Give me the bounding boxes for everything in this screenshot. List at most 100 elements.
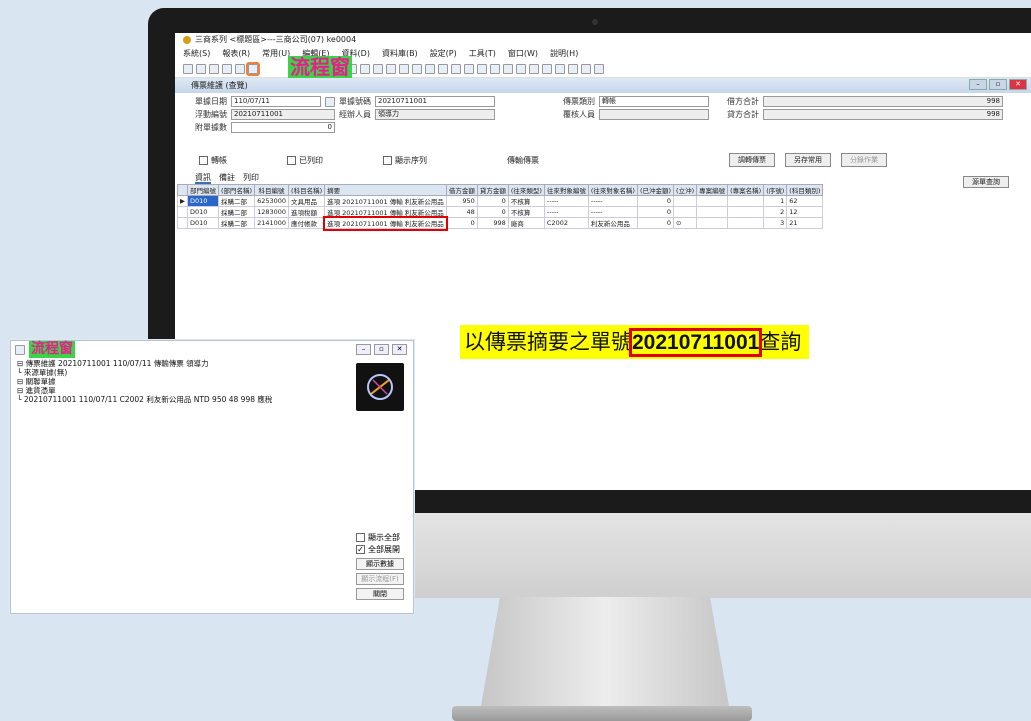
table-cell[interactable]: D010: [187, 195, 219, 207]
table-row[interactable]: D010 採購二部 2141000 應付帳款 進項 20210711001 傳輸…: [177, 215, 824, 231]
table-cell[interactable]: 0: [445, 217, 478, 229]
menu-help[interactable]: 說明(H): [550, 48, 578, 59]
attach-field[interactable]: 0: [231, 122, 335, 133]
grid-icon[interactable]: [581, 63, 591, 74]
close-button[interactable]: ✕: [392, 344, 407, 355]
table-cell[interactable]: D010: [187, 206, 219, 218]
menu-settings[interactable]: 設定(P): [430, 48, 457, 59]
tab-print[interactable]: 列印: [243, 172, 259, 184]
table-cell[interactable]: 不核算: [507, 206, 545, 218]
print-icon[interactable]: [412, 63, 422, 74]
table-cell[interactable]: 進項 20210711001 傳輸 利友新公用品: [324, 206, 447, 218]
show-data-button[interactable]: 顯示數據: [356, 558, 404, 570]
tree-node-purchase-item[interactable]: └ 20210711001 110/07/11 C2002 利友新公用品 NTD…: [17, 395, 272, 404]
table-cell[interactable]: [727, 217, 765, 229]
menu-database[interactable]: 資料庫(B): [382, 48, 418, 59]
column-header[interactable]: 科目編號: [254, 184, 290, 196]
cut-icon[interactable]: [542, 63, 552, 74]
menu-tools[interactable]: 工具(T): [469, 48, 496, 59]
attach-icon[interactable]: [516, 63, 526, 74]
column-header[interactable]: 專案編號: [696, 184, 729, 196]
table-cell[interactable]: 2: [763, 206, 788, 218]
find-icon[interactable]: [196, 63, 206, 74]
adjust-voucher-button[interactable]: 調轉傳票: [729, 153, 775, 167]
maximize-button[interactable]: ▫: [374, 344, 389, 355]
open-icon[interactable]: [438, 63, 448, 74]
column-header[interactable]: (科目類別): [786, 184, 824, 196]
copy-icon[interactable]: [399, 63, 409, 74]
menu-system[interactable]: 系統(S): [183, 48, 210, 59]
column-header[interactable]: 貸方金額: [476, 184, 509, 196]
table-cell[interactable]: 應付帳款: [288, 217, 326, 229]
column-header[interactable]: (往來對象名稱): [587, 184, 638, 196]
table-cell[interactable]: [727, 206, 765, 218]
new-icon[interactable]: [425, 63, 435, 74]
table-cell[interactable]: 進項 20210711001 傳輸 利友新公用品: [324, 195, 447, 207]
chart-icon[interactable]: [568, 63, 578, 74]
export-icon[interactable]: [386, 63, 396, 74]
menu-window[interactable]: 窗口(W): [508, 48, 538, 59]
table-cell[interactable]: ⊙: [673, 217, 698, 229]
list-icon[interactable]: [222, 63, 232, 74]
minimize-button[interactable]: –: [356, 344, 371, 355]
column-header[interactable]: (序號): [763, 184, 788, 196]
table-cell[interactable]: [696, 206, 729, 218]
menu-common[interactable]: 常用(U): [262, 48, 290, 59]
close-dialog-button[interactable]: 關閉: [356, 588, 404, 600]
table-cell[interactable]: 12: [786, 206, 824, 218]
table-cell[interactable]: 2141000: [254, 217, 290, 229]
date-field[interactable]: 110/07/11: [231, 96, 321, 107]
table-cell[interactable]: 0: [636, 217, 675, 229]
table-cell[interactable]: 1: [763, 195, 788, 207]
table-cell[interactable]: -----: [543, 195, 589, 207]
column-header[interactable]: 摘要: [324, 184, 447, 196]
table-cell[interactable]: 3: [763, 217, 788, 229]
settings-icon[interactable]: [594, 63, 604, 74]
column-header[interactable]: (立沖): [673, 184, 698, 196]
table-cell[interactable]: 0: [476, 195, 509, 207]
table-cell[interactable]: 0: [636, 206, 675, 218]
transfer-checkbox[interactable]: 轉帳: [199, 155, 227, 166]
next-record-icon[interactable]: [360, 63, 370, 74]
table-cell[interactable]: 21: [786, 217, 824, 229]
column-header[interactable]: 借方金額: [445, 184, 478, 196]
delete-icon[interactable]: [477, 63, 487, 74]
table-cell[interactable]: -----: [543, 206, 589, 218]
show-flow-button[interactable]: 顯示流程(F): [356, 573, 404, 585]
table-cell[interactable]: 進項稅額: [288, 206, 326, 218]
table-cell[interactable]: 1283000: [254, 206, 290, 218]
save-as-common-button[interactable]: 另存常用: [785, 153, 831, 167]
voucher-type-select[interactable]: 轉帳: [599, 96, 709, 107]
save-icon[interactable]: [451, 63, 461, 74]
column-header[interactable]: (已沖金額): [636, 184, 675, 196]
paste-icon[interactable]: [555, 63, 565, 74]
table-cell[interactable]: 採購二部: [217, 206, 256, 218]
entry-operation-button[interactable]: 分錄作業: [841, 153, 887, 167]
edit-icon[interactable]: [503, 63, 513, 74]
calendar-picker-icon[interactable]: [325, 96, 335, 107]
menu-report[interactable]: 報表(R): [222, 48, 250, 59]
table-cell[interactable]: 998: [476, 217, 509, 229]
table-cell[interactable]: 0: [636, 195, 675, 207]
table-row[interactable]: ▶ D010 採購二部 6253000 文具用品 進項 20210711001 …: [177, 195, 824, 207]
show-sequence-checkbox[interactable]: 顯示序列: [383, 155, 427, 166]
table-cell[interactable]: 48: [445, 206, 478, 218]
table-cell[interactable]: 0: [476, 206, 509, 218]
undo-icon[interactable]: [529, 63, 539, 74]
expand-all-checkbox[interactable]: ✓ 全部展開: [356, 543, 404, 555]
close-button[interactable]: ✕: [1009, 79, 1027, 90]
table-cell[interactable]: 62: [786, 195, 824, 207]
table-cell[interactable]: 採購二部: [217, 217, 256, 229]
column-header[interactable]: 部門編號: [187, 184, 219, 196]
table-cell[interactable]: 採購二部: [217, 195, 256, 207]
table-cell[interactable]: [696, 195, 729, 207]
tab-notes[interactable]: 備註: [219, 172, 235, 184]
table-cell[interactable]: D010: [187, 217, 219, 229]
table-cell[interactable]: [696, 217, 729, 229]
table-cell[interactable]: [673, 206, 698, 218]
tree-node-purchase[interactable]: ⊟ 進貨憑單: [17, 386, 272, 395]
tree-node-related[interactable]: ⊟ 關聯單據: [17, 377, 272, 386]
table-cell[interactable]: [727, 195, 765, 207]
tab-info[interactable]: 資訊: [195, 172, 211, 184]
doc-icon[interactable]: [235, 63, 245, 74]
